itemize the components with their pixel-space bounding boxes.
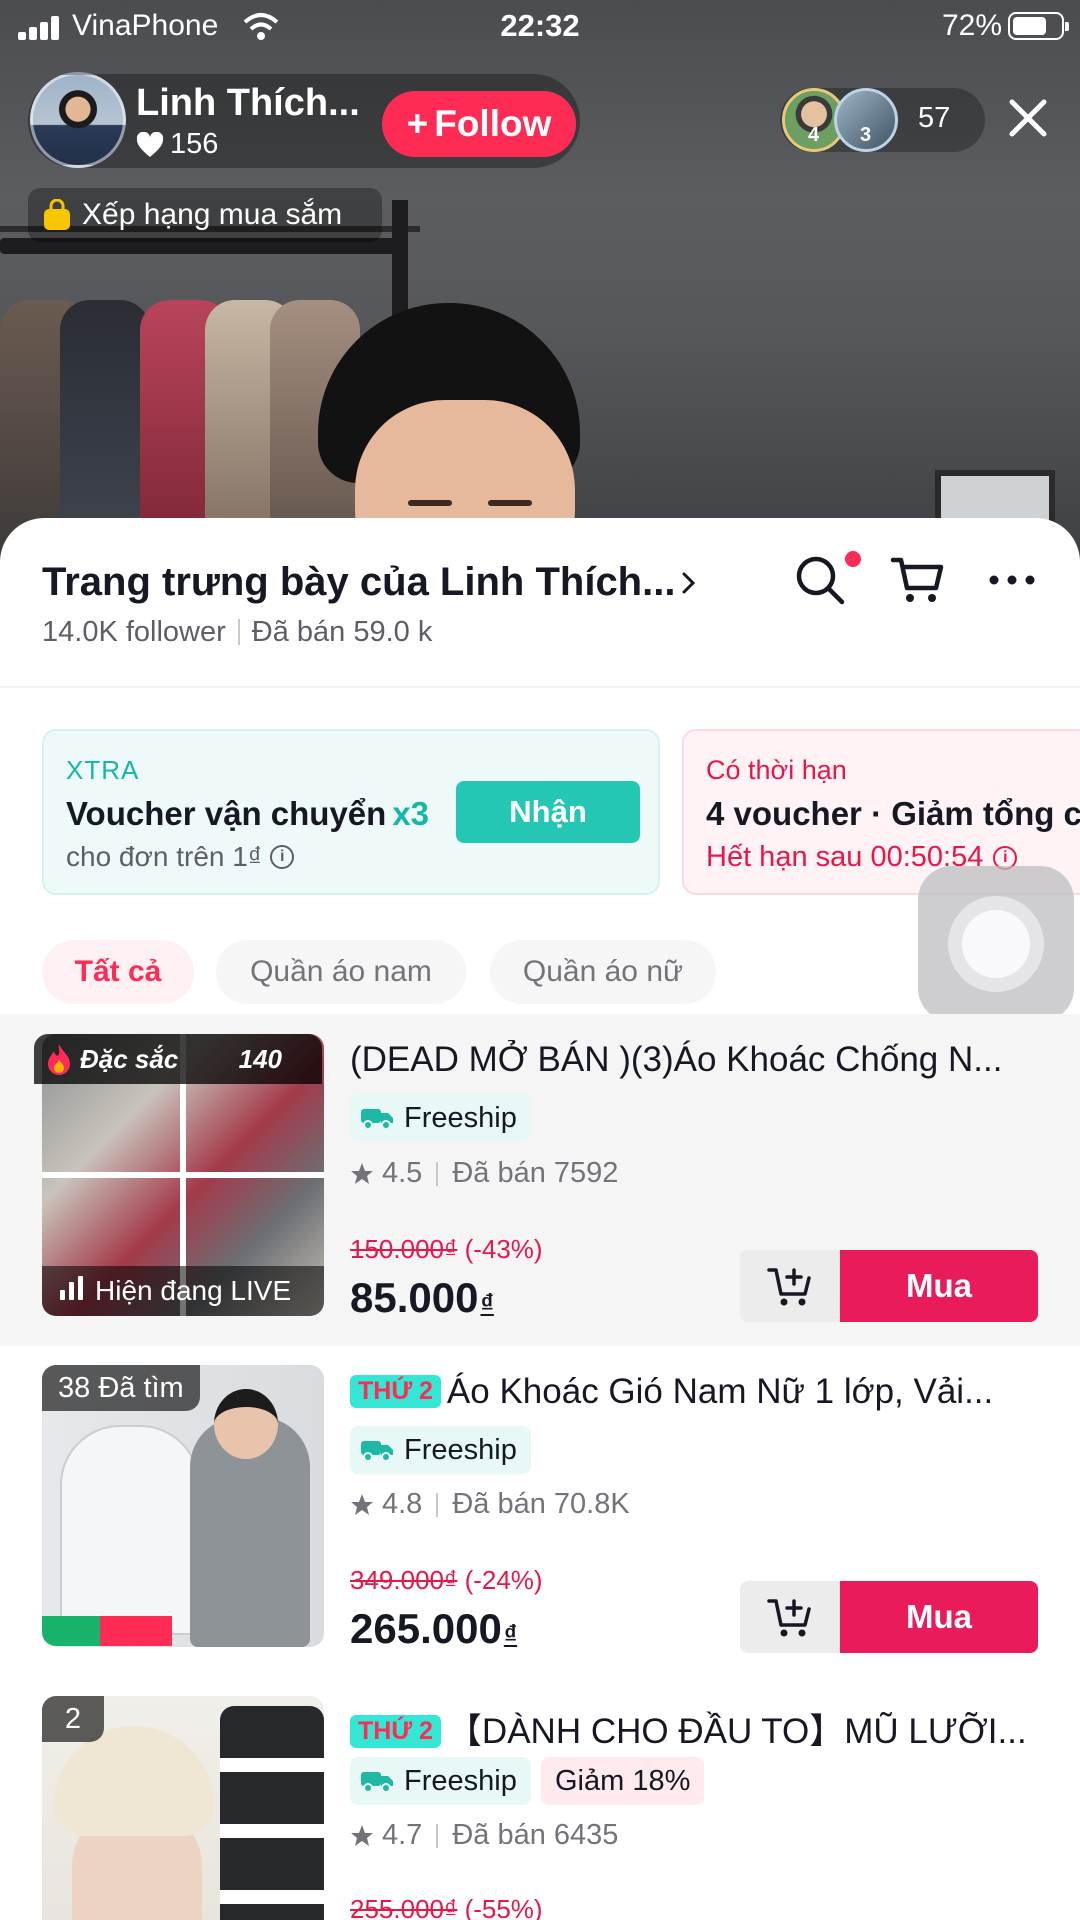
cart-icon[interactable]: [890, 552, 946, 608]
extra-discount-tag: [100, 1616, 172, 1646]
product-rating: 4.8 Đã bán 70.8K: [350, 1488, 630, 1521]
cap-shape: [54, 1726, 214, 1836]
sale-price: 265.000₫: [350, 1605, 518, 1652]
live-equalizer-icon: [60, 1275, 87, 1307]
section-divider: [0, 686, 1080, 688]
tab-womens-clothing[interactable]: Quần áo nữ: [490, 940, 716, 1004]
shopping-ranking-chip[interactable]: Xếp hạng mua sắm: [28, 188, 382, 242]
product-rating: 4.5 Đã bán 7592: [350, 1157, 618, 1190]
follow-button[interactable]: + Follow: [382, 91, 576, 157]
plus-icon: +: [406, 103, 429, 144]
notification-dot: [845, 551, 861, 567]
search-rank-badge: 38 Đã tìm: [42, 1365, 200, 1411]
shop-title[interactable]: Trang trưng bày của Linh Thích...: [42, 560, 675, 605]
claim-voucher-button[interactable]: Nhận: [456, 781, 640, 843]
cart-plus-icon: [767, 1599, 811, 1637]
shop-sold: Đã bán 59.0 k: [251, 616, 433, 648]
truck-icon: [361, 1109, 393, 1130]
buy-button[interactable]: Mua: [840, 1250, 1038, 1322]
jacket-white: [60, 1425, 200, 1635]
voucher-tag: XTRA: [66, 755, 140, 785]
status-bar: VinaPhone 22:32 72%: [0, 0, 1080, 54]
truck-icon: [361, 1772, 393, 1793]
host-eye: [488, 500, 532, 506]
follow-label: Follow: [434, 103, 552, 144]
caps-stack: [220, 1706, 324, 1920]
tab-all[interactable]: Tất cả: [42, 940, 194, 1004]
shop-followers: 14.0K follower: [42, 616, 226, 648]
host-avatar[interactable]: [30, 72, 126, 168]
shopping-bag-icon: [44, 199, 70, 230]
host-name[interactable]: Linh Thích...: [136, 82, 360, 125]
promo-tag: THỨ 2: [350, 1375, 441, 1408]
freeship-chip: Freeship: [350, 1426, 531, 1474]
original-price: 349.000₫ (-24%): [350, 1565, 543, 1595]
voucher-tag: Có thời hạn: [706, 755, 847, 785]
likes-count: 156: [170, 128, 219, 160]
heart-icon: [136, 131, 164, 157]
close-icon[interactable]: [1006, 96, 1050, 140]
product-rating: 4.7 Đã bán 6435: [350, 1819, 618, 1852]
shipping-voucher-card[interactable]: XTRA Voucher vận chuyển x3 cho đơn trên 1…: [42, 729, 660, 895]
truck-icon: [361, 1441, 393, 1462]
host-eye: [408, 500, 452, 506]
info-icon[interactable]: i: [270, 845, 295, 869]
chevron-right-icon[interactable]: [678, 566, 700, 600]
featured-badge: Đặc sắc 140: [34, 1034, 322, 1084]
more-icon[interactable]: [984, 552, 1040, 608]
assistive-touch-button[interactable]: [918, 866, 1074, 1022]
live-now-bar: Hiện đang LIVE: [42, 1266, 324, 1316]
viewer-rank-badge: 4: [808, 124, 820, 146]
freeship-chip: Freeship: [350, 1094, 531, 1142]
voucher-title: Voucher vận chuyển x3: [66, 795, 430, 832]
host-likes: 156: [136, 128, 218, 161]
add-to-cart-button[interactable]: [740, 1250, 842, 1322]
search-icon[interactable]: [792, 552, 848, 608]
voucher-title: 4 voucher · Giảm tổng c: [706, 795, 1080, 832]
battery-percent: 72%: [941, 9, 1002, 42]
star-icon: [351, 1162, 373, 1184]
battery-icon: [1008, 12, 1069, 40]
add-to-cart-button[interactable]: [740, 1581, 842, 1653]
flame-icon: [48, 1044, 70, 1075]
star-icon: [351, 1493, 373, 1515]
promo-tag: THỨ 2: [350, 1715, 441, 1748]
model-head: [214, 1389, 278, 1459]
cart-plus-icon: [767, 1268, 811, 1306]
freeship-chip: Freeship: [350, 1757, 531, 1805]
product-title[interactable]: THỨ 2 【DÀNH CHO ĐẦU TO】MŨ LƯỠI...: [350, 1703, 1040, 1754]
original-price: 150.000₫ (-43%): [350, 1234, 543, 1264]
ranking-label: Xếp hạng mua sắm: [82, 198, 343, 231]
viewer-count[interactable]: 57: [918, 102, 950, 135]
buy-button[interactable]: Mua: [840, 1581, 1038, 1653]
sale-price: 85.000₫: [350, 1274, 494, 1321]
shop-stats: 14.0K follower Đã bán 59.0 k: [42, 616, 432, 649]
search-rank-badge: 2: [42, 1696, 104, 1742]
discount-chip: Giảm 18%: [541, 1757, 705, 1805]
viewer-rank-badge: 3: [860, 124, 872, 146]
product-title[interactable]: THỨ 2 Áo Khoác Gió Nam Nữ 1 lớp, Vải...: [350, 1372, 1040, 1412]
tab-mens-clothing[interactable]: Quần áo nam: [216, 940, 466, 1004]
product-title[interactable]: (DEAD MỞ BÁN )(3)Áo Khoác Chống N...: [350, 1040, 1040, 1080]
original-price: 255.000₫ (-55%): [350, 1894, 543, 1920]
star-icon: [351, 1824, 373, 1846]
voucher-condition: cho đơn trên 1₫ i: [66, 841, 295, 873]
clock: 22:32: [500, 8, 580, 43]
